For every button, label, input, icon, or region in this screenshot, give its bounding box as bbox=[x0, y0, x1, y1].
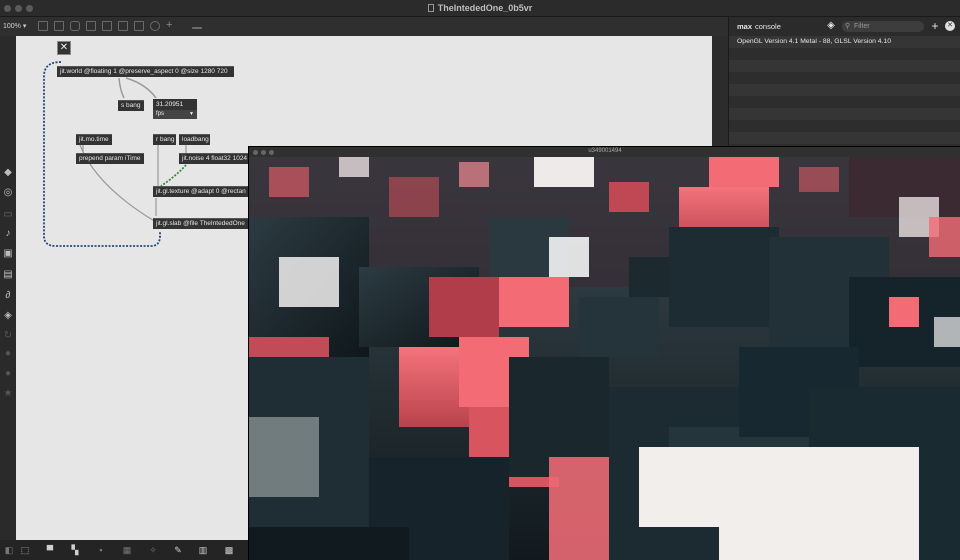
prepend-param-object[interactable]: prepend param iTime bbox=[76, 153, 144, 164]
console-message-list: OpenGL Version 4.1 Metal - 88, GLSL Vers… bbox=[729, 36, 960, 144]
cord-world-to-fps bbox=[125, 77, 157, 99]
arrange-icon[interactable] bbox=[134, 21, 144, 31]
lock-patcher-icon[interactable] bbox=[38, 21, 48, 31]
keyboard-icon[interactable]: ▩ bbox=[224, 545, 234, 555]
console-empty-row bbox=[729, 120, 960, 132]
patcher-toolbar: 100% ▾ + bbox=[0, 17, 728, 36]
console-message: OpenGL Version 4.1 Metal - 88, GLSL Vers… bbox=[729, 36, 960, 48]
jit-gl-slab-object[interactable]: jit.gl.slab @file TheIntededOne bbox=[153, 218, 248, 229]
paperclip-icon[interactable]: ∂ bbox=[3, 291, 13, 301]
inspector-icon[interactable]: ▣ bbox=[3, 249, 13, 259]
left-palette: ◆ ◎ ▭ ♪ ▣ ▤ ∂ ◈ ↻ ● ● ★ bbox=[0, 36, 16, 540]
window-title: TheIntededOne_0b5vr bbox=[0, 3, 960, 13]
fps-menu[interactable]: fps ▼ bbox=[153, 110, 197, 119]
clock-icon[interactable] bbox=[150, 21, 160, 31]
edit-mode-icon[interactable]: ⬚ bbox=[20, 545, 30, 555]
align-icon[interactable] bbox=[118, 21, 128, 31]
grid-icon[interactable] bbox=[102, 21, 112, 31]
console-empty-row bbox=[729, 72, 960, 84]
console-empty-row bbox=[729, 84, 960, 96]
fps-number-box[interactable]: 31.20951 bbox=[153, 99, 197, 110]
send-bang-object[interactable]: s bang bbox=[118, 100, 144, 111]
console-empty-row bbox=[729, 132, 960, 144]
grid-toggle-icon[interactable]: ▦ bbox=[122, 545, 132, 555]
music-note-icon[interactable]: ♪ bbox=[3, 229, 13, 239]
max-app-window: TheIntededOne_0b5vr 100% ▾ + ◆ ◎ ▭ ♪ ▣ ▤… bbox=[0, 0, 960, 560]
debug-icon[interactable]: ▪ bbox=[96, 545, 106, 555]
jit-world-render-window[interactable]: u349001494 bbox=[248, 146, 960, 560]
console-filter-input[interactable]: ⚲ Filter bbox=[842, 21, 924, 32]
presentation-mode-icon[interactable]: ◧ bbox=[4, 545, 14, 555]
console-empty-row bbox=[729, 108, 960, 120]
console-header: max console ◈ ⚲ Filter + ✕ bbox=[729, 17, 960, 36]
star-icon[interactable]: ★ bbox=[3, 389, 13, 399]
add-icon[interactable]: + bbox=[929, 20, 941, 32]
fps-menu-label: fps bbox=[156, 111, 165, 117]
title-bar: TheIntededOne_0b5vr bbox=[0, 0, 960, 17]
piano-icon[interactable]: ▥ bbox=[198, 545, 208, 555]
search-icon: ⚲ bbox=[845, 23, 851, 30]
jit-gl-texture-object[interactable]: jit.gl.texture @adapt 0 @rectan bbox=[153, 186, 248, 197]
render-window-title-bar: u349001494 bbox=[249, 147, 960, 157]
bottom-toolbar: ◧ ⬚ ▀ ▚ ▪ ▦ ✧ ✎ ▥ ▩ bbox=[0, 540, 248, 560]
console-empty-row bbox=[729, 60, 960, 72]
panel-icon[interactable]: ▭ bbox=[3, 210, 13, 220]
console-empty-row bbox=[729, 96, 960, 108]
help-icon[interactable]: ● bbox=[3, 349, 13, 359]
console-title: max console bbox=[737, 22, 781, 31]
close-world-button[interactable]: ✕ bbox=[57, 41, 71, 55]
console-title-app: max bbox=[737, 22, 753, 31]
jit-mo-time-object[interactable]: jit.mo.time bbox=[76, 134, 112, 145]
present-icon[interactable]: ▀ bbox=[45, 545, 55, 555]
zoom-select[interactable]: 100% ▾ bbox=[3, 22, 26, 30]
wrench-icon[interactable]: ✎ bbox=[173, 545, 183, 555]
rendered-scene bbox=[249, 157, 960, 560]
package-icon[interactable]: ◈ bbox=[3, 311, 13, 321]
image-icon[interactable]: ▤ bbox=[3, 270, 13, 280]
close-icon: ✕ bbox=[59, 42, 69, 53]
cube-icon[interactable]: ◆ bbox=[3, 168, 13, 178]
cord-world-to-sbang bbox=[118, 77, 125, 99]
console-title-label: console bbox=[755, 22, 781, 31]
delete-object-icon[interactable] bbox=[86, 21, 96, 31]
loop-icon[interactable]: ↻ bbox=[3, 331, 13, 341]
loadbang-object[interactable]: loadbang bbox=[179, 134, 210, 145]
render-window-title: u349001494 bbox=[588, 148, 622, 154]
rendered-blocks-image bbox=[249, 157, 960, 560]
zoom-value: 100% bbox=[3, 23, 21, 30]
options-icon[interactable]: ◈ bbox=[825, 20, 837, 32]
document-icon bbox=[427, 4, 434, 12]
presentation-icon[interactable] bbox=[192, 21, 202, 29]
cord-noise-to-texture bbox=[160, 164, 187, 187]
chat-icon[interactable]: ▚ bbox=[70, 545, 80, 555]
info-icon[interactable]: ● bbox=[3, 369, 13, 379]
clear-console-icon[interactable]: ✕ bbox=[945, 21, 955, 31]
target-icon[interactable]: ◎ bbox=[3, 188, 13, 198]
window-title-text: TheIntededOne_0b5vr bbox=[437, 3, 533, 13]
magic-wand-icon[interactable]: ✧ bbox=[148, 545, 158, 555]
filter-placeholder: Filter bbox=[854, 23, 870, 30]
jit-world-object[interactable]: jit.world @floating 1 @preserve_aspect 0… bbox=[57, 66, 234, 77]
comment-icon[interactable] bbox=[70, 21, 80, 31]
receive-bang-object[interactable]: r bang bbox=[153, 134, 176, 145]
console-empty-row bbox=[729, 48, 960, 60]
add-icon[interactable]: + bbox=[166, 20, 176, 31]
new-object-icon[interactable] bbox=[54, 21, 64, 31]
chevron-down-icon: ▾ bbox=[22, 23, 27, 30]
chevron-down-icon: ▼ bbox=[189, 111, 194, 117]
